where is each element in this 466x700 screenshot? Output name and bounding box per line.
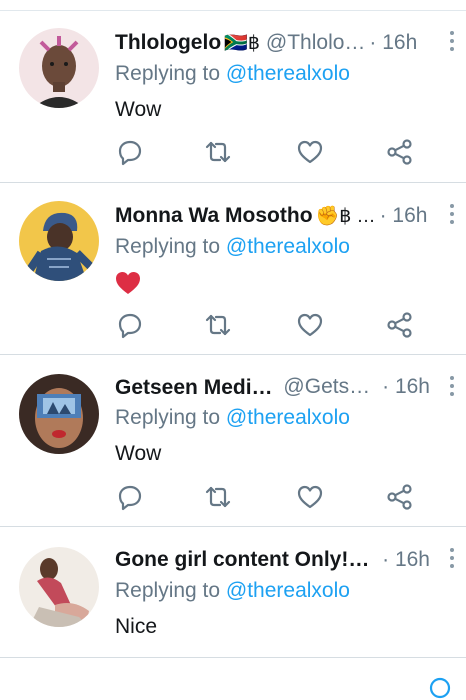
mention-link[interactable]: @therealxolo xyxy=(226,62,350,85)
reply-text: Nice xyxy=(115,615,158,638)
user-handle[interactable]: @Thlolo… xyxy=(266,31,366,55)
reply-header: Getseen Media ฿ @Getse… · 16h xyxy=(115,373,430,401)
mention-link[interactable]: @therealxolo xyxy=(226,579,350,602)
reply-header: Monna Wa Mosotho ✊฿ … · 16h xyxy=(115,202,430,230)
action-bar xyxy=(116,483,416,511)
red-heart-emoji xyxy=(116,272,140,294)
timestamp[interactable]: · 16h xyxy=(369,31,417,55)
display-name[interactable]: Getseen Media ฿ xyxy=(115,375,277,400)
timestamp[interactable]: · 16h xyxy=(382,375,430,399)
like-icon[interactable] xyxy=(296,138,324,166)
reply-icon[interactable] xyxy=(116,138,144,166)
reply-header: Gone girl content Only!! … · 16h xyxy=(115,546,430,574)
avatar[interactable] xyxy=(19,201,99,281)
retweet-icon[interactable] xyxy=(204,311,232,339)
display-name[interactable]: Gone girl content Only!! … xyxy=(115,548,370,572)
replying-to-line: Replying to @therealxolo xyxy=(115,406,350,430)
retweet-icon[interactable] xyxy=(204,483,232,511)
user-handle[interactable]: @Getse… xyxy=(283,375,378,399)
share-icon[interactable] xyxy=(386,311,414,339)
reply-tweet[interactable]: Getseen Media ฿ @Getse… · 16h Replying t… xyxy=(0,355,466,527)
replying-to-line: Replying to @therealxolo xyxy=(115,579,350,603)
replying-to-label: Replying to xyxy=(115,235,221,258)
more-vertical-icon[interactable] xyxy=(448,203,456,225)
reply-text: Wow xyxy=(115,98,162,121)
reply-tweet[interactable]: Gone girl content Only!! … · 16h Replyin… xyxy=(0,527,466,658)
display-name[interactable]: Thlologelo xyxy=(115,31,221,55)
replying-to-label: Replying to xyxy=(115,579,221,602)
reply-tweet[interactable]: Monna Wa Mosotho ✊฿ … · 16h Replying to … xyxy=(0,183,466,355)
reply-text: Wow xyxy=(115,442,162,465)
like-icon[interactable] xyxy=(296,483,324,511)
like-icon[interactable] xyxy=(296,311,324,339)
reply-icon[interactable] xyxy=(116,483,144,511)
timestamp[interactable]: · 16h xyxy=(380,204,428,228)
mention-link[interactable]: @therealxolo xyxy=(226,406,350,429)
replying-to-line: Replying to @therealxolo xyxy=(115,235,350,259)
share-icon[interactable] xyxy=(386,138,414,166)
avatar[interactable] xyxy=(19,374,99,454)
display-name[interactable]: Monna Wa Mosotho xyxy=(115,204,313,228)
action-bar xyxy=(116,138,416,166)
share-icon[interactable] xyxy=(386,483,414,511)
name-badges: 🇿🇦฿ xyxy=(224,33,260,54)
action-bar xyxy=(116,311,416,339)
name-badges: ✊฿ … xyxy=(315,206,376,227)
avatar[interactable] xyxy=(19,28,99,108)
reply-icon[interactable] xyxy=(116,311,144,339)
more-vertical-icon[interactable] xyxy=(448,30,456,52)
replying-to-label: Replying to xyxy=(115,406,221,429)
mention-link[interactable]: @therealxolo xyxy=(226,235,350,258)
more-vertical-icon[interactable] xyxy=(448,375,456,397)
replying-to-line: Replying to @therealxolo xyxy=(115,62,350,86)
reply-tweet[interactable]: Thlologelo 🇿🇦฿ @Thlolo… · 16h Replying t… xyxy=(0,10,466,183)
replying-to-label: Replying to xyxy=(115,62,221,85)
more-vertical-icon[interactable] xyxy=(448,547,456,569)
reply-header: Thlologelo 🇿🇦฿ @Thlolo… · 16h xyxy=(115,29,430,57)
retweet-icon[interactable] xyxy=(204,138,232,166)
compose-icon-partial[interactable] xyxy=(428,676,452,700)
avatar[interactable] xyxy=(19,547,99,627)
timestamp[interactable]: · 16h xyxy=(382,548,430,572)
